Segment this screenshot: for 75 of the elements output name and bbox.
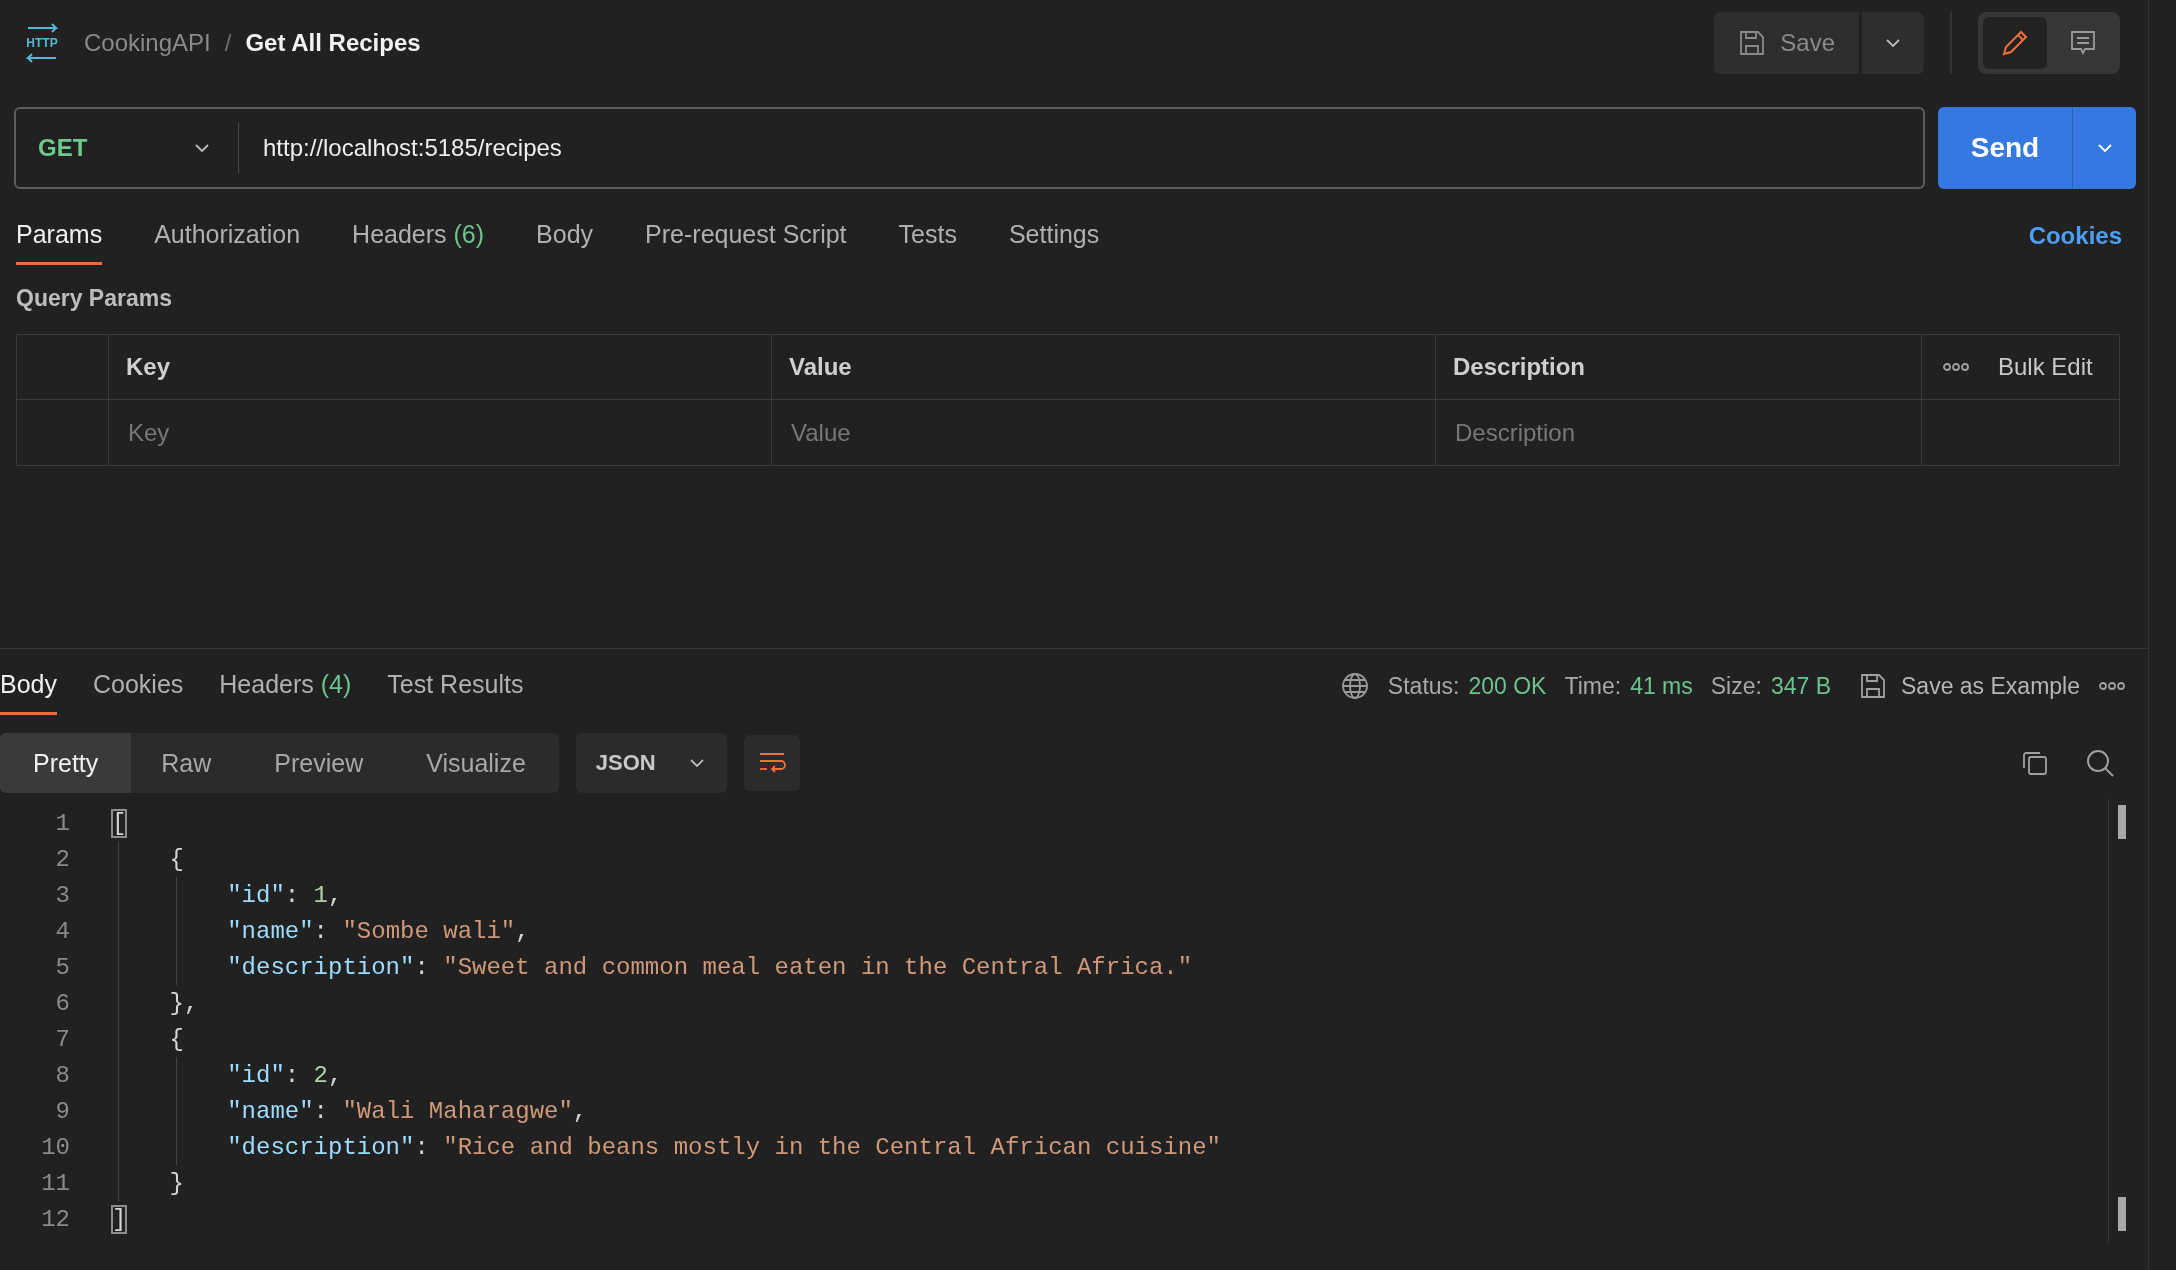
more-icon: [1942, 362, 1970, 372]
line-number: 12: [40, 1205, 70, 1233]
breadcrumb-separator: /: [224, 29, 232, 57]
code-line: "id": 2,: [227, 1061, 343, 1089]
time-value: 41 ms: [1630, 672, 1693, 700]
size-value: 347 B: [1770, 672, 1831, 700]
code-line: "description": "Rice and beans mostly in the Central African cuisine": [227, 1133, 1221, 1161]
bulk-edit-button[interactable]: Bulk Edit: [1998, 353, 2093, 381]
column-header: Key: [108, 335, 771, 400]
tab[interactable]: Body: [536, 220, 594, 265]
edit-mode-button[interactable]: [1983, 17, 2047, 69]
collection-link[interactable]: CookingAPI: [84, 29, 211, 57]
send-button[interactable]: Send: [1938, 107, 2072, 189]
view-mode-tab[interactable]: Visualize: [396, 733, 559, 793]
tab[interactable]: Pre-request Script: [645, 220, 847, 265]
tab[interactable]: Test Results: [387, 670, 524, 715]
tab[interactable]: Body: [0, 670, 57, 715]
view-mode-tab[interactable]: Preview: [244, 733, 397, 793]
view-mode-tab[interactable]: Raw: [131, 733, 245, 793]
status-label: Status:: [1387, 672, 1460, 700]
size-label: Size:: [1710, 672, 1762, 700]
code-line: ]: [112, 1205, 127, 1233]
line-number: 11: [40, 1169, 70, 1197]
pencil-icon: [2000, 28, 2030, 58]
code-line: "name": "Wali Maharagwe",: [227, 1097, 588, 1125]
more-icon: [2098, 681, 2126, 691]
request-title: Get All Recipes: [245, 29, 421, 57]
tab[interactable]: Tests: [898, 220, 957, 265]
column-header: Value: [771, 335, 1435, 400]
tab[interactable]: Settings: [1008, 220, 1100, 265]
description-field[interactable]: Description: [1453, 418, 1902, 447]
code-line: {: [169, 845, 184, 873]
tab[interactable]: Headers (4): [219, 670, 352, 715]
format-dropdown[interactable]: JSON: [575, 733, 727, 793]
line-number: 9: [54, 1097, 70, 1125]
more-button[interactable]: [2098, 681, 2126, 691]
time-label: Time:: [1564, 672, 1622, 700]
key-field[interactable]: Key: [126, 418, 743, 447]
line-number: 1: [54, 809, 70, 837]
code-line: "name": "Sombe wali",: [227, 917, 530, 945]
save-icon: [1859, 672, 1887, 700]
scrollbar-marker: [2118, 805, 2126, 839]
search-button[interactable]: [2084, 747, 2116, 779]
line-number: 10: [40, 1133, 70, 1161]
tab[interactable]: Params: [16, 220, 103, 265]
code-line: [: [112, 809, 127, 837]
wrap-lines-button[interactable]: [743, 735, 800, 791]
tab[interactable]: Headers (6): [352, 220, 485, 265]
save-icon: [1738, 29, 1767, 57]
section-heading: Query Params: [16, 285, 173, 312]
view-mode-tab[interactable]: Pretty: [0, 733, 132, 793]
code-line: }: [169, 1169, 184, 1197]
cookies-link[interactable]: Cookies: [2028, 222, 2122, 265]
url-bar[interactable]: GET http://localhost:5185/recipes: [14, 107, 1925, 189]
tab[interactable]: Authorization: [154, 220, 301, 265]
code-line: "description": "Sweet and common meal eaten in the Central Africa.": [227, 953, 1193, 981]
code-line: {: [169, 1025, 184, 1053]
save-as-example-button[interactable]: Save as Example: [1859, 672, 2080, 700]
tab[interactable]: Cookies: [93, 670, 184, 715]
line-number: 5: [54, 953, 70, 981]
line-number: 6: [54, 989, 70, 1017]
method-dropdown[interactable]: GET: [16, 109, 238, 187]
globe-icon: [1339, 671, 1370, 701]
code-line: },: [169, 989, 199, 1017]
line-number: 3: [54, 881, 70, 909]
line-number: 8: [54, 1061, 70, 1089]
line-number: 7: [54, 1025, 70, 1053]
code-line: "id": 1,: [227, 881, 343, 909]
line-number: 4: [54, 917, 70, 945]
line-number: 2: [54, 845, 70, 873]
status-value: 200 OK: [1468, 672, 1547, 700]
value-field[interactable]: Value: [789, 418, 1407, 447]
column-header: Description: [1435, 335, 1921, 400]
search-icon: [2084, 747, 2116, 779]
scrollbar-marker: [2118, 1197, 2126, 1231]
